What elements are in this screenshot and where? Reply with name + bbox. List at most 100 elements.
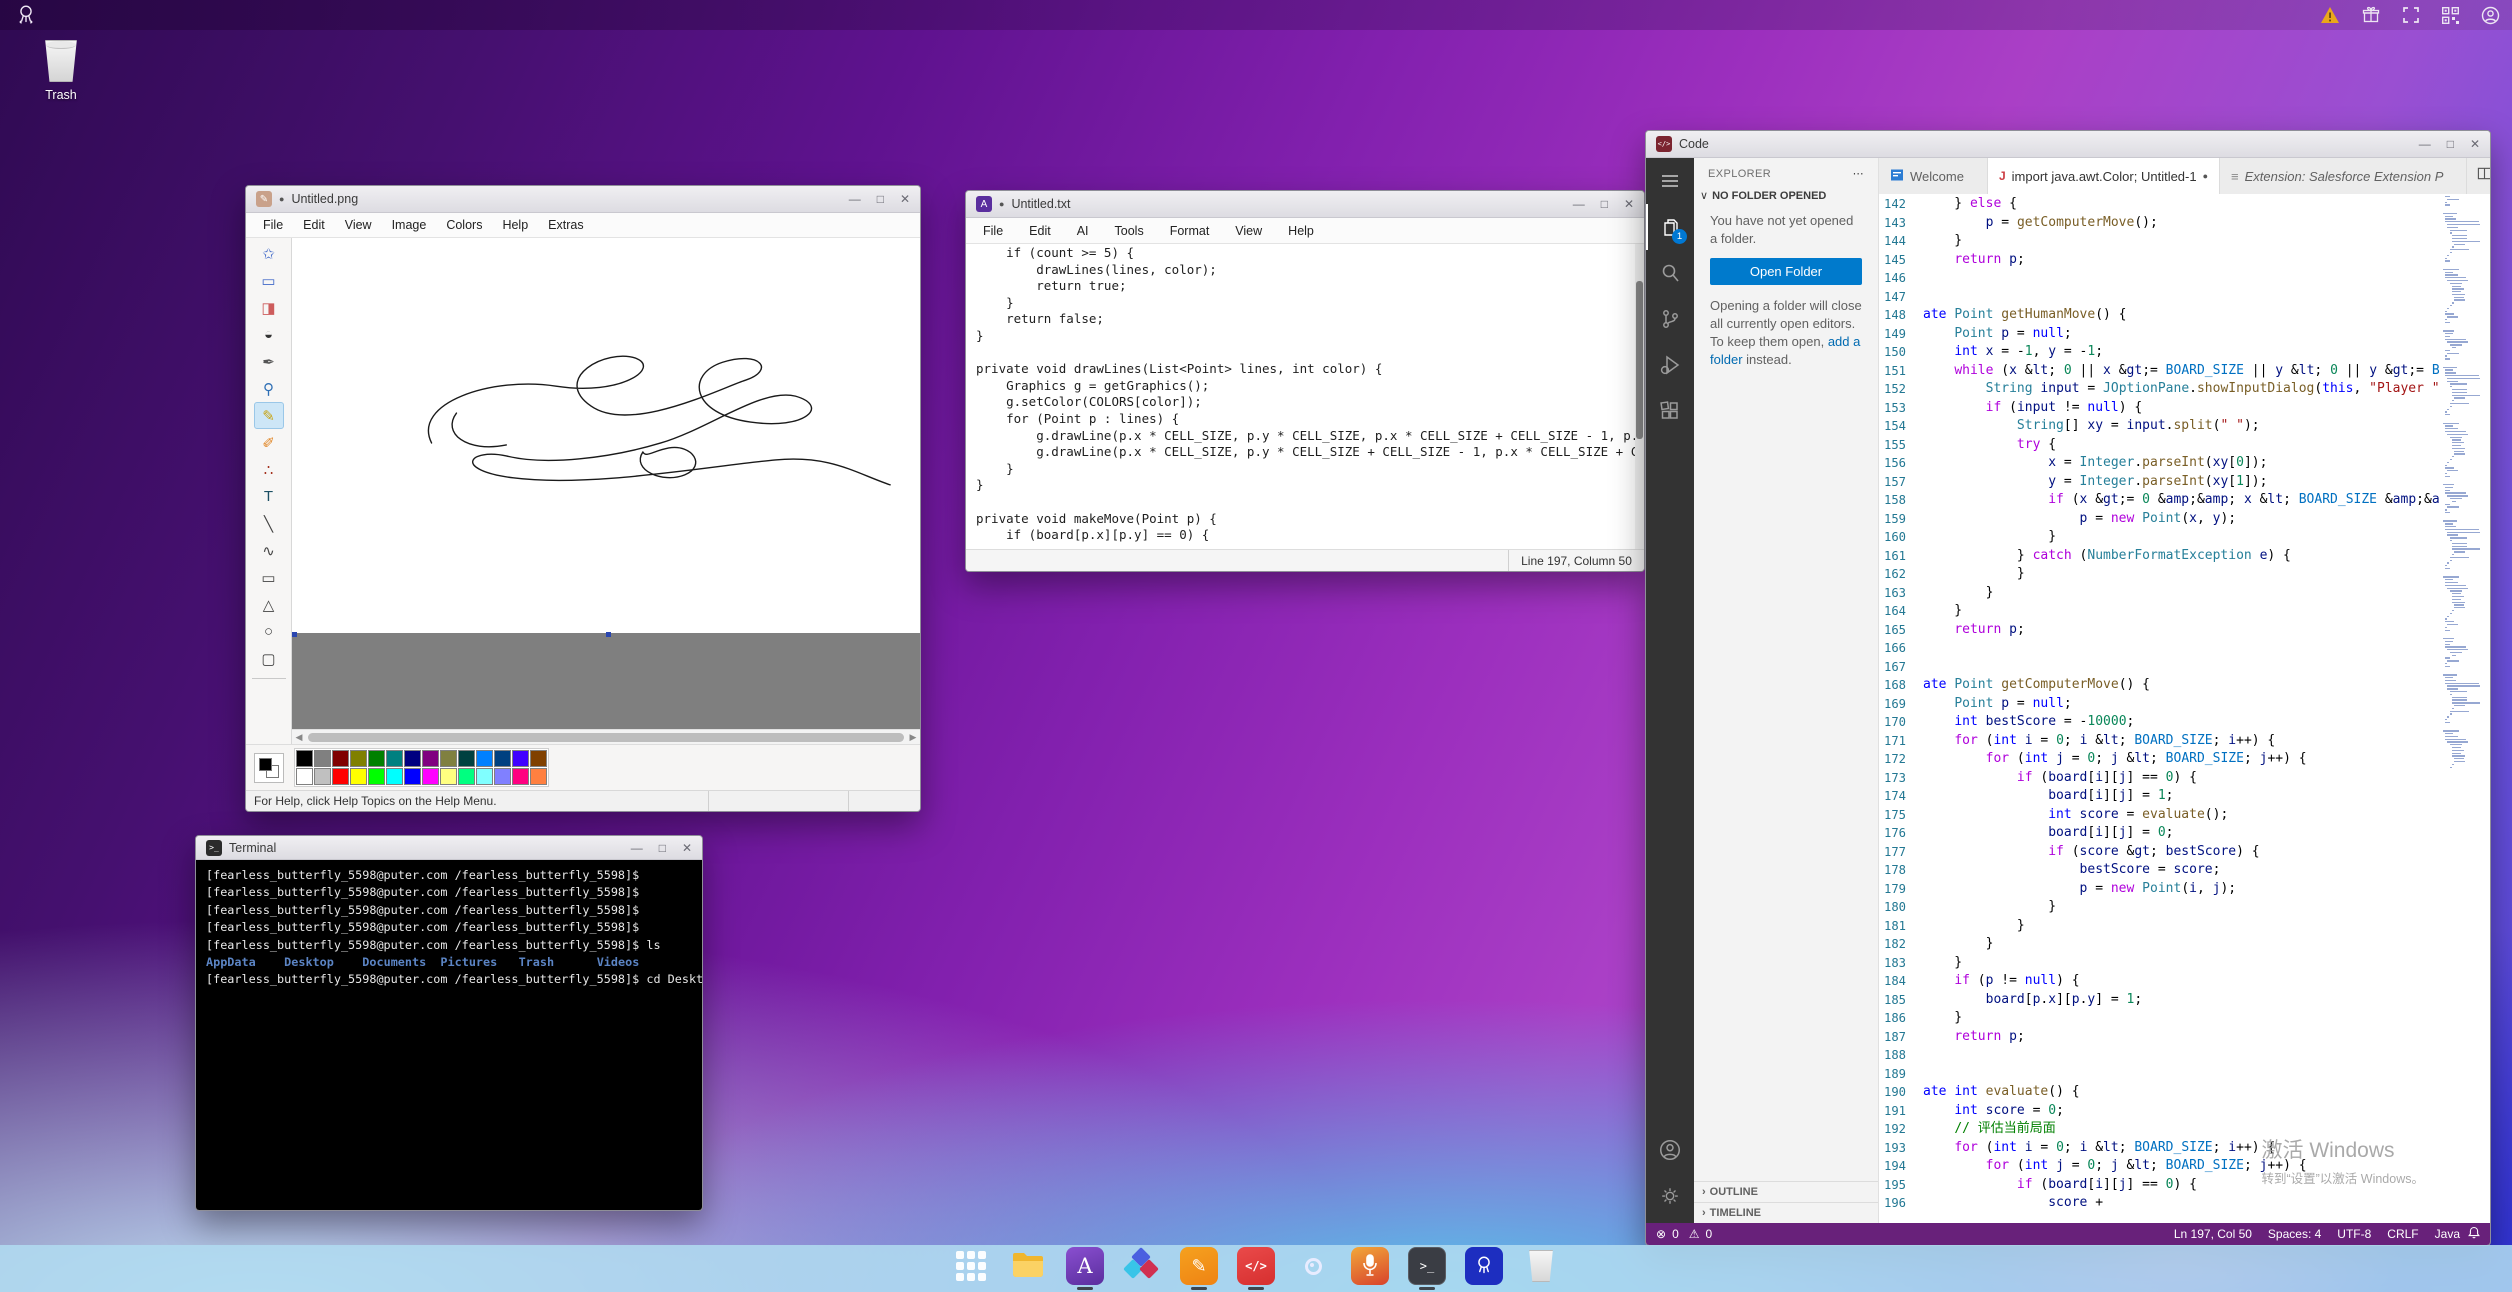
gift-icon[interactable] [2362,6,2380,24]
paint-menu-extras[interactable]: Extras [539,216,592,234]
run-debug-icon[interactable] [1646,342,1694,388]
txt-menu-edit[interactable]: Edit [1020,222,1060,240]
current-colors-swatch[interactable] [254,753,284,783]
color-swatch[interactable] [332,750,349,767]
minimize-button[interactable]: — [631,842,643,854]
timeline-section[interactable]: › TIMELINE [1694,1202,1878,1223]
color-swatch[interactable] [350,750,367,767]
txt-menu-format[interactable]: Format [1161,222,1219,240]
paint-menu-view[interactable]: View [336,216,381,234]
more-actions-icon[interactable]: ⋯ [1853,167,1864,180]
search-icon[interactable] [1646,250,1694,296]
scrollbar-thumb[interactable] [308,733,904,742]
maximize-button[interactable]: □ [659,842,666,854]
tool-brush[interactable]: ✐ [254,429,284,456]
color-swatch[interactable] [530,768,547,785]
warning-icon[interactable] [2320,6,2340,24]
paint-canvas[interactable] [292,238,920,633]
tool-rectangle[interactable]: ▭ [254,564,284,591]
dock-trash[interactable] [1521,1250,1561,1287]
tool-ellipse[interactable]: ○ [254,618,284,645]
settings-gear-icon[interactable] [1646,1173,1694,1219]
terminal-content[interactable]: [fearless_butterfly_5598@puter.com /fear… [196,860,702,1210]
source-control-icon[interactable] [1646,296,1694,342]
tab-ext[interactable]: ≡Extension: Salesforce Extension P [2220,158,2467,194]
color-swatch[interactable] [440,750,457,767]
txt-menu-view[interactable]: View [1226,222,1271,240]
color-swatch[interactable] [440,768,457,785]
maximize-button[interactable]: □ [877,193,884,205]
color-swatch[interactable] [476,750,493,767]
color-swatch[interactable] [350,768,367,785]
dock-paint[interactable]: ✎ [1179,1247,1219,1290]
paint-menu-image[interactable]: Image [383,216,436,234]
paint-horizontal-scrollbar[interactable]: ◀ ▶ [292,729,920,744]
tool-fill[interactable]: ◒ [254,321,284,348]
terminal-titlebar[interactable]: >_ Terminal — □ ✕ [196,836,702,860]
code-editor[interactable]: 142 } else {143 p = getComputerMove();14… [1879,194,2490,1223]
desktop-trash-icon[interactable]: Trash [28,40,94,102]
scroll-left-arrow-icon[interactable]: ◀ [292,732,306,743]
scroll-right-arrow-icon[interactable]: ▶ [906,732,920,743]
tab-untitled-1[interactable]: Jimport java.awt.Color; Untitled-1● [1988,158,2220,194]
tool-magnifier[interactable]: ⚲ [254,375,284,402]
text-editor-content[interactable]: if (count >= 5) { drawLines(lines, color… [966,244,1644,549]
tool-free-form-select[interactable]: ✩ [254,240,284,267]
errors-count[interactable]: 0 [1672,1227,1679,1241]
color-swatch[interactable] [368,750,385,767]
tool-text[interactable]: T [254,483,284,510]
tool-rounded-rectangle[interactable]: ▢ [254,645,284,672]
tool-select[interactable]: ▭ [254,267,284,294]
menu-hamburger-icon[interactable] [1646,158,1694,204]
color-swatch[interactable] [422,750,439,767]
color-swatch[interactable] [458,750,475,767]
warnings-count[interactable]: 0 [1706,1227,1713,1241]
minimize-button[interactable]: — [849,193,861,205]
color-swatch[interactable] [422,768,439,785]
section-no-folder-opened[interactable]: ∨ NO FOLDER OPENED [1694,187,1878,208]
paint-menu-edit[interactable]: Edit [294,216,334,234]
status-java[interactable]: Java [2435,1227,2460,1241]
account-icon[interactable] [2481,6,2500,25]
dock-text-editor[interactable]: A [1065,1247,1105,1290]
status-crlf[interactable]: CRLF [2387,1227,2418,1241]
txt-menu-tools[interactable]: Tools [1106,222,1153,240]
close-button[interactable]: ✕ [682,842,692,854]
split-editor-icon[interactable] [2477,166,2491,186]
canvas-resize-handle[interactable] [292,632,297,637]
dock-code[interactable]: </> [1236,1247,1276,1290]
qr-code-icon[interactable] [2442,7,2459,24]
color-swatch[interactable] [314,750,331,767]
dock-terminal[interactable]: >_ [1407,1247,1447,1290]
dock-file-manager[interactable] [1008,1249,1048,1289]
minimize-button[interactable]: — [2419,138,2431,150]
status-ln[interactable]: Ln 197, Col 50 [2174,1227,2252,1241]
color-swatch[interactable] [368,768,385,785]
color-swatch[interactable] [296,768,313,785]
close-button[interactable]: ✕ [2470,138,2480,150]
color-swatch[interactable] [386,768,403,785]
close-button[interactable]: ✕ [1624,198,1634,210]
paint-menu-help[interactable]: Help [493,216,537,234]
txt-menu-ai[interactable]: AI [1068,222,1098,240]
dock-camera-app[interactable] [1293,1247,1333,1290]
notifications-bell-icon[interactable] [2468,1226,2480,1242]
maximize-button[interactable]: □ [2447,138,2454,150]
dock-launcher[interactable] [951,1251,991,1286]
warnings-icon[interactable]: ⚠ [1689,1227,1700,1241]
color-swatch[interactable] [476,768,493,785]
color-swatch[interactable] [404,750,421,767]
dock-cubes-app[interactable] [1122,1247,1162,1290]
maximize-button[interactable]: □ [1601,198,1608,210]
color-swatch[interactable] [332,768,349,785]
paint-titlebar[interactable]: ✎ ● Untitled.png — □ ✕ [246,186,920,213]
color-swatch[interactable] [404,768,421,785]
outline-section[interactable]: › OUTLINE [1694,1181,1878,1202]
tool-airbrush[interactable]: ∴ [254,456,284,483]
status-spaces[interactable]: Spaces: 4 [2268,1227,2321,1241]
canvas-resize-handle[interactable] [606,632,611,637]
color-swatch[interactable] [296,750,313,767]
color-swatch[interactable] [512,768,529,785]
color-swatch[interactable] [494,768,511,785]
dock-voice-recorder[interactable] [1350,1247,1390,1290]
